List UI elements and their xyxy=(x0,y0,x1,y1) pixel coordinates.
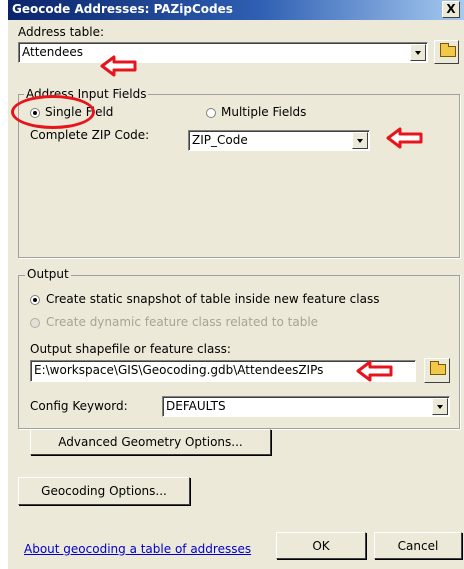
address-table-value: Attendees xyxy=(22,45,84,59)
advanced-geometry-options-button[interactable]: Advanced Geometry Options... xyxy=(30,429,271,455)
close-button[interactable]: X xyxy=(442,1,460,18)
output-legend: Output xyxy=(25,267,71,281)
cancel-button[interactable]: Cancel xyxy=(374,532,462,559)
zip-code-combobox[interactable]: ZIP_Code xyxy=(188,130,370,151)
output-shapefile-label: Output shapefile or feature class: xyxy=(30,342,231,356)
red-arrow-annotation xyxy=(386,127,423,149)
folder-open-icon xyxy=(440,43,456,57)
output-shapefile-value: E:\workspace\GIS\Geocoding.gdb\Attendees… xyxy=(34,363,324,377)
ok-button[interactable]: OK xyxy=(276,532,366,559)
red-ellipse-annotation xyxy=(11,95,95,129)
address-table-combobox[interactable]: Attendees xyxy=(18,42,428,63)
dropdown-arrow-icon[interactable] xyxy=(352,132,368,149)
advanced-geometry-options-label: Advanced Geometry Options... xyxy=(58,435,243,449)
dropdown-arrow-icon[interactable] xyxy=(410,44,426,61)
config-keyword-combobox[interactable]: DEFAULTS xyxy=(162,396,450,417)
ok-button-label: OK xyxy=(312,538,330,553)
output-browse-button[interactable] xyxy=(424,358,450,383)
geocode-dialog: Geocode Addresses: PAZipCodes X Address … xyxy=(8,0,464,569)
dynamic-feature-class-radio xyxy=(30,318,40,328)
red-arrow-annotation xyxy=(356,360,393,382)
geocoding-options-label: Geocoding Options... xyxy=(41,484,167,498)
static-snapshot-radio[interactable] xyxy=(30,295,40,305)
multiple-fields-radio[interactable] xyxy=(206,108,216,118)
dropdown-arrow-icon[interactable] xyxy=(432,398,448,415)
config-keyword-value: DEFAULTS xyxy=(166,399,226,413)
zip-code-value: ZIP_Code xyxy=(192,133,248,147)
static-snapshot-label: Create static snapshot of table inside n… xyxy=(46,292,380,306)
zip-code-label: Complete ZIP Code: xyxy=(30,128,150,142)
red-arrow-annotation xyxy=(100,55,137,77)
dynamic-feature-class-label: Create dynamic feature class related to … xyxy=(46,315,319,329)
help-link[interactable]: About geocoding a table of addresses xyxy=(24,542,251,556)
address-table-label: Address table: xyxy=(18,25,105,39)
cancel-button-label: Cancel xyxy=(397,538,439,553)
address-table-browse-button[interactable] xyxy=(434,40,459,64)
config-keyword-label: Config Keyword: xyxy=(30,399,128,413)
window-title: Geocode Addresses: PAZipCodes xyxy=(12,2,233,16)
folder-open-icon xyxy=(430,361,446,375)
geocoding-options-button[interactable]: Geocoding Options... xyxy=(18,477,190,505)
multiple-fields-label: Multiple Fields xyxy=(221,105,307,119)
